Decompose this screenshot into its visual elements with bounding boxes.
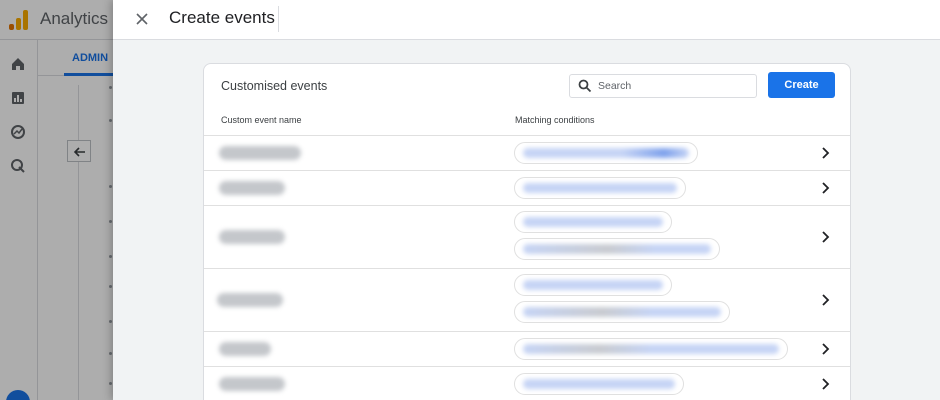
condition-chip — [514, 177, 686, 199]
chevron-right-icon[interactable] — [820, 378, 830, 390]
chevron-right-icon[interactable] — [820, 343, 830, 355]
chevron-right-icon[interactable] — [820, 182, 830, 194]
close-button[interactable] — [131, 8, 153, 30]
search-box[interactable] — [569, 74, 757, 98]
panel-header: Create events — [113, 0, 940, 40]
condition-chip — [514, 142, 698, 164]
header-divider — [278, 6, 279, 32]
table-row[interactable] — [204, 135, 850, 170]
column-header-matching-conditions: Matching conditions — [515, 115, 595, 125]
create-button[interactable]: Create — [768, 72, 835, 98]
event-name-redacted — [219, 377, 285, 391]
table-row[interactable] — [204, 205, 850, 268]
card-title: Customised events — [221, 79, 328, 93]
customised-events-card: Customised events Create Custom event na… — [203, 63, 851, 400]
condition-chip — [514, 373, 684, 395]
create-events-panel: Create events Customised events Create C… — [113, 0, 940, 400]
table-row[interactable] — [204, 170, 850, 205]
close-icon — [136, 13, 148, 25]
table-row[interactable] — [204, 366, 850, 400]
condition-chip — [514, 338, 788, 360]
panel-title: Create events — [169, 8, 275, 27]
condition-chip — [514, 211, 672, 233]
event-name-redacted — [219, 230, 285, 244]
search-input[interactable] — [598, 77, 748, 95]
condition-chip — [514, 301, 730, 323]
chevron-right-icon[interactable] — [820, 231, 830, 243]
event-name-redacted — [219, 146, 301, 160]
chevron-right-icon[interactable] — [820, 294, 830, 306]
chevron-right-icon[interactable] — [820, 147, 830, 159]
column-header-event-name: Custom event name — [221, 115, 302, 125]
event-name-redacted — [217, 293, 283, 307]
condition-chip — [514, 274, 672, 296]
event-name-redacted — [219, 181, 285, 195]
search-icon — [578, 79, 592, 93]
table-row[interactable] — [204, 268, 850, 331]
table-row[interactable] — [204, 331, 850, 366]
condition-chip — [514, 238, 720, 260]
event-name-redacted — [219, 342, 271, 356]
